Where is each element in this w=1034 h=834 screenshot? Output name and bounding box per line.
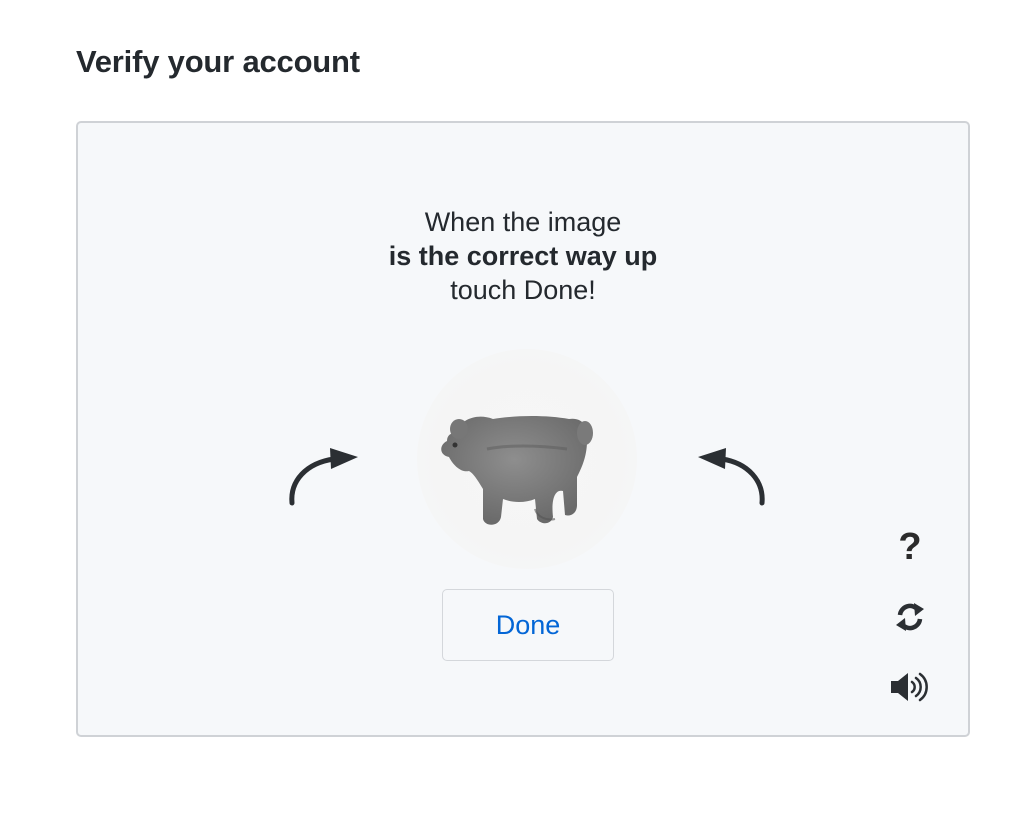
speaker-icon — [891, 672, 928, 702]
refresh-button[interactable] — [884, 593, 936, 641]
captcha-puzzle-image — [417, 349, 637, 569]
rotate-clockwise-arrow-icon — [698, 448, 765, 506]
refresh-icon — [896, 603, 924, 631]
verify-page: Verify your account When the image is th… — [0, 0, 1034, 834]
animal-image — [441, 416, 593, 525]
captcha-challenge-frame: When the image is the correct way up tou… — [76, 121, 970, 737]
help-button[interactable]: ? — [884, 523, 936, 571]
audio-button[interactable] — [884, 663, 936, 711]
captcha-instructions: When the image is the correct way up tou… — [78, 205, 968, 307]
instruction-line-1: When the image — [424, 207, 622, 237]
rotate-left-button[interactable] — [284, 441, 360, 513]
page-title: Verify your account — [76, 44, 360, 79]
done-button[interactable]: Done — [442, 589, 614, 661]
instruction-line-3: touch Done! — [450, 275, 596, 305]
help-icon: ? — [898, 526, 922, 568]
rotate-counterclockwise-arrow-icon — [289, 448, 358, 506]
rotate-right-button[interactable] — [696, 441, 772, 513]
instruction-line-2: is the correct way up — [388, 241, 658, 271]
